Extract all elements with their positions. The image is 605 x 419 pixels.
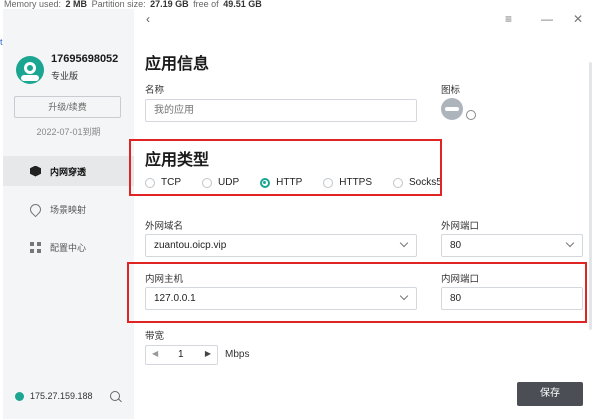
- chevron-down-icon: [565, 238, 575, 248]
- sidebar: 17695698052 专业版 升级/续费 2022-07-01到期 内网穿透 …: [3, 9, 134, 419]
- expire-date: 2022-07-01到期: [36, 127, 101, 137]
- public-ip-value: 175.27.159.188: [30, 391, 93, 401]
- app-icon-bar: [445, 107, 459, 111]
- app-name-input[interactable]: [145, 99, 417, 122]
- scrollbar[interactable]: [589, 62, 592, 330]
- partition-value: 27.19 GB: [148, 0, 191, 9]
- bandwidth-stepper[interactable]: ◀ 1 ▶: [145, 345, 218, 365]
- external-domain-label: 外网域名: [145, 221, 184, 232]
- icon-label: 图标: [441, 85, 461, 96]
- sidebar-item-label: 内网穿透: [50, 166, 87, 177]
- upgrade-button[interactable]: 升级/续费: [14, 96, 121, 118]
- app-icon-picker[interactable]: [441, 98, 476, 122]
- sidebar-item-label: 配置中心: [50, 242, 87, 253]
- gear-icon[interactable]: [466, 110, 476, 120]
- sidebar-item-scene-mapping[interactable]: 场景映射: [3, 194, 134, 224]
- external-port-select[interactable]: 80: [441, 234, 583, 257]
- cube-icon: [30, 165, 41, 177]
- account-phone: 17695698052: [51, 53, 119, 65]
- external-port-value: 80: [450, 240, 462, 251]
- partition-label: Partition size:: [91, 0, 146, 9]
- sidebar-item-label: 场景映射: [50, 204, 87, 215]
- close-icon[interactable]: ✕: [573, 12, 583, 26]
- public-ip: 175.27.159.188: [15, 391, 93, 401]
- bandwidth-label: 带宽: [145, 331, 165, 342]
- decrement-icon[interactable]: ◀: [152, 349, 158, 358]
- internal-highlight-box: [127, 262, 587, 323]
- avatar[interactable]: [16, 56, 44, 84]
- bandwidth-value: 1: [178, 349, 184, 360]
- free-value: 49.51 GB: [221, 0, 264, 9]
- back-icon[interactable]: ‹: [146, 12, 150, 26]
- external-domain-select[interactable]: zuantou.oicp.vip: [145, 234, 417, 257]
- account-plan: 专业版: [51, 71, 79, 81]
- map-pin-icon: [27, 201, 44, 217]
- grid-icon: [30, 241, 41, 253]
- name-label: 名称: [145, 85, 165, 96]
- sidebar-item-intranet-penetration[interactable]: 内网穿透: [3, 156, 134, 186]
- free-label: free of: [193, 0, 219, 9]
- background-status-strip: Memory used: 2 MB Partition size: 27.19 …: [0, 0, 605, 9]
- app-info-title: 应用信息: [145, 56, 210, 73]
- status-dot-icon: [15, 391, 24, 401]
- sidebar-item-config-center[interactable]: 配置中心: [3, 232, 134, 262]
- avatar-head-core: [27, 65, 33, 71]
- external-port-label: 外网端口: [441, 221, 480, 232]
- external-domain-value: zuantou.oicp.vip: [154, 240, 227, 251]
- menu-icon[interactable]: ≡: [505, 12, 512, 26]
- memory-label: Memory used:: [4, 0, 62, 9]
- avatar-body: [21, 75, 39, 81]
- memory-value: 2 MB: [63, 0, 90, 9]
- chevron-down-icon: [399, 238, 409, 248]
- increment-icon[interactable]: ▶: [205, 349, 211, 358]
- bandwidth-unit: Mbps: [225, 349, 250, 360]
- minimize-icon[interactable]: —: [541, 12, 553, 26]
- search-icon[interactable]: [110, 391, 120, 401]
- save-button[interactable]: 保存: [517, 382, 583, 406]
- app-type-highlight-box: [129, 139, 442, 196]
